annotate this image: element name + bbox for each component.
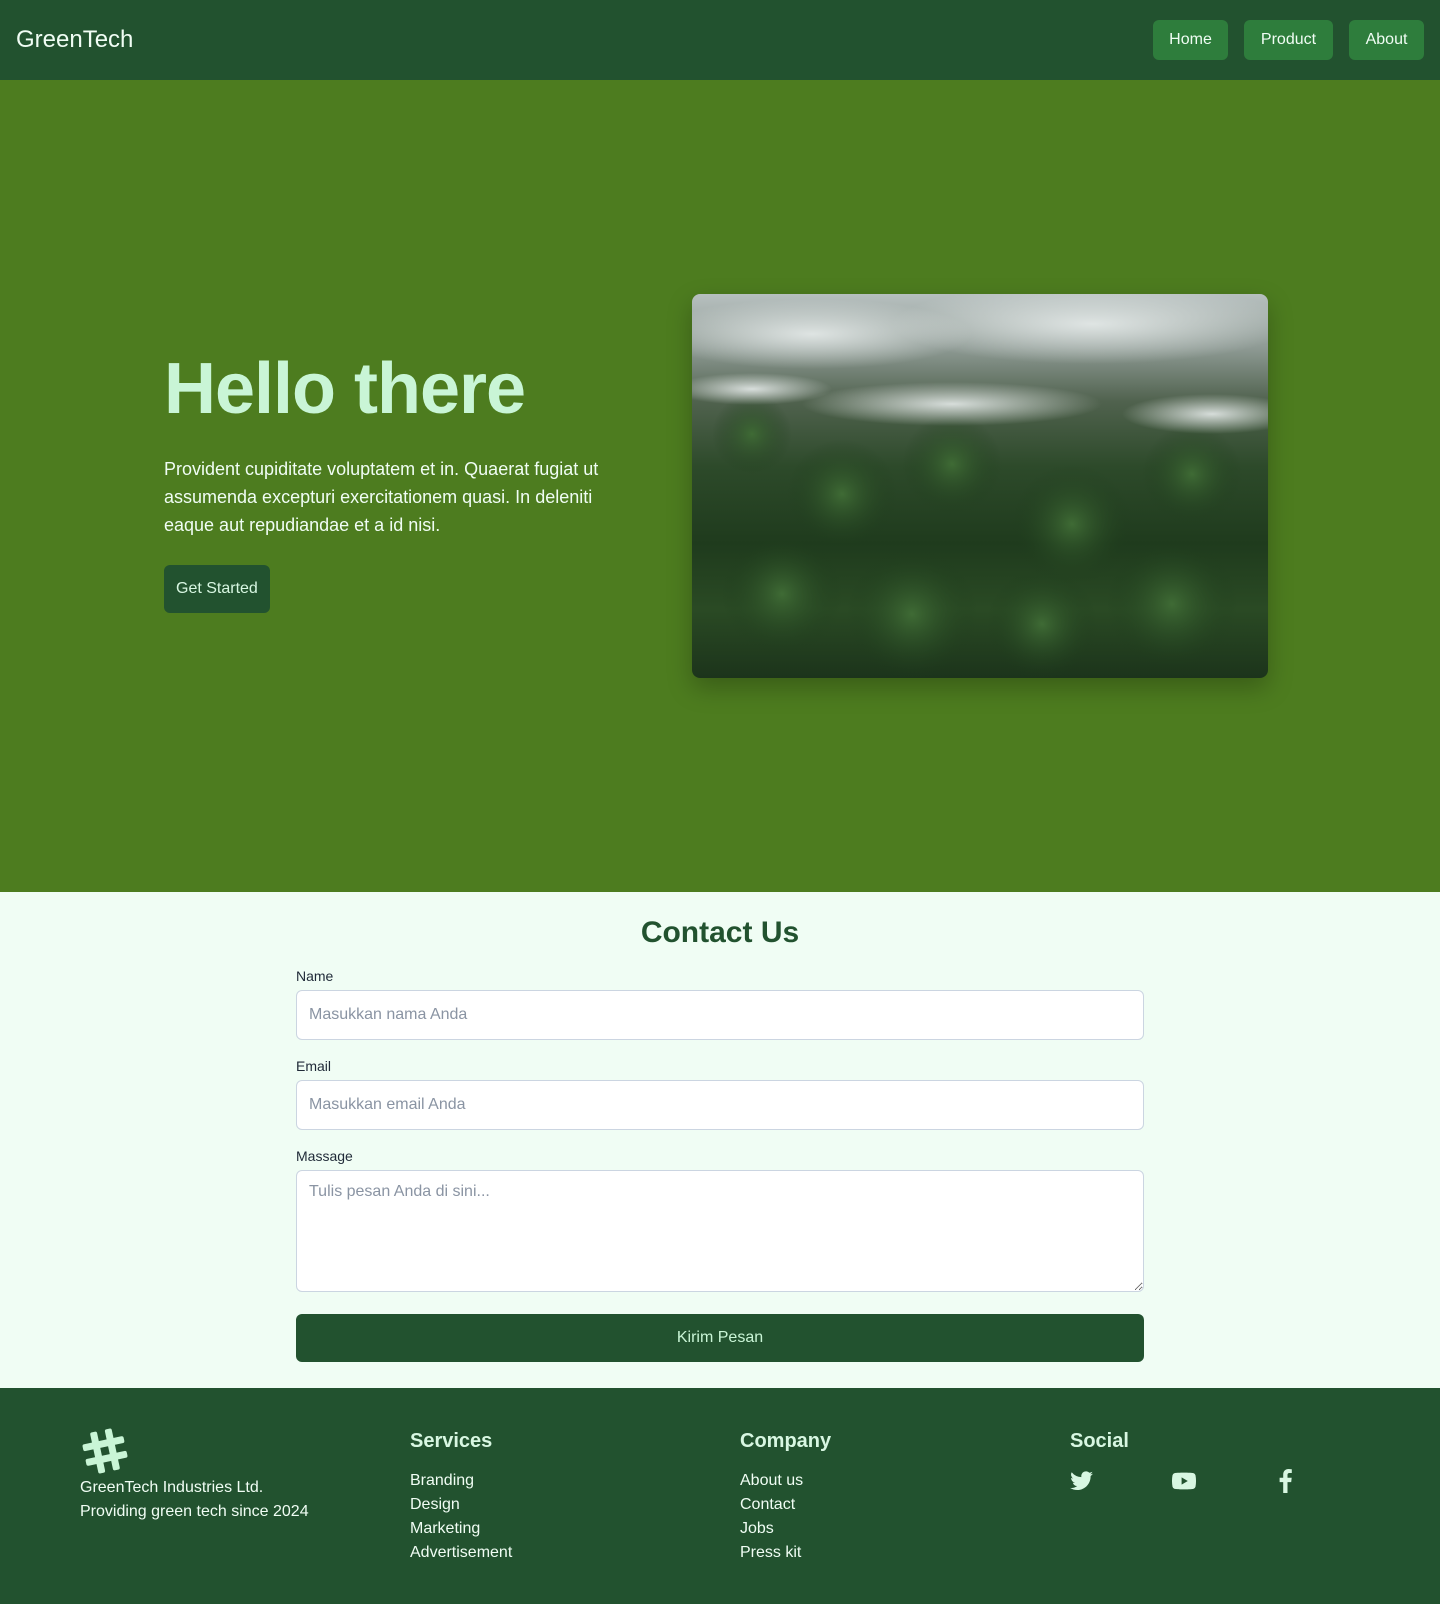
nav-home-button[interactable]: Home [1153, 20, 1228, 60]
brand-logo-text[interactable]: GreenTech [16, 26, 133, 54]
name-field[interactable] [296, 990, 1144, 1040]
hero-forest-image [692, 294, 1268, 678]
facebook-icon[interactable] [1274, 1469, 1298, 1493]
footer-link-about-us[interactable]: About us [740, 1469, 831, 1493]
hero-description: Provident cupiditate voluptatem et in. Q… [164, 459, 599, 536]
footer-link-advertisement[interactable]: Advertisement [410, 1541, 512, 1565]
footer-link-press-kit[interactable]: Press kit [740, 1541, 831, 1565]
twitter-icon[interactable] [1070, 1469, 1094, 1493]
message-field[interactable] [296, 1170, 1144, 1292]
footer-brand-column: GreenTech Industries Ltd. Providing gree… [80, 1426, 309, 1524]
services-heading: Services [410, 1430, 493, 1452]
footer-link-marketing[interactable]: Marketing [410, 1517, 512, 1541]
social-icons-row [1070, 1469, 1298, 1493]
footer: GreenTech Industries Ltd. Providing gree… [0, 1388, 1440, 1604]
name-label: Name [296, 968, 334, 984]
send-message-button[interactable]: Kirim Pesan [296, 1314, 1144, 1362]
footer-services-column: Services Branding Design Marketing Adver… [410, 1426, 512, 1565]
email-field[interactable] [296, 1080, 1144, 1130]
navbar: GreenTech Home Product About [0, 0, 1440, 80]
footer-link-contact[interactable]: Contact [740, 1493, 831, 1517]
get-started-button[interactable]: Get Started [164, 565, 270, 614]
footer-tagline: Providing green tech since 2024 [80, 1503, 309, 1520]
main-nav: Home Product About [1153, 20, 1424, 60]
footer-company-name: GreenTech Industries Ltd. [80, 1479, 264, 1496]
footer-link-branding[interactable]: Branding [410, 1469, 512, 1493]
contact-title: Contact Us [640, 916, 800, 949]
hero-title: Hello there [164, 349, 526, 429]
email-label: Email [296, 1058, 332, 1074]
contact-form: Name Email Massage Kirim Pesan [296, 968, 1144, 1362]
hero-text-block: Hello there Provident cupiditate volupta… [164, 349, 624, 614]
hash-icon [82, 1428, 128, 1474]
social-heading: Social [1070, 1430, 1129, 1452]
footer-social-column: Social [1070, 1426, 1298, 1493]
forest-illustration [692, 294, 1268, 678]
hero-section: Hello there Provident cupiditate volupta… [0, 80, 1440, 892]
youtube-icon[interactable] [1172, 1469, 1196, 1493]
company-heading: Company [740, 1430, 832, 1452]
contact-section: Contact Us Name Email Massage Kirim Pesa… [0, 892, 1440, 1388]
footer-link-jobs[interactable]: Jobs [740, 1517, 831, 1541]
nav-product-button[interactable]: Product [1244, 20, 1333, 60]
nav-about-button[interactable]: About [1349, 20, 1424, 60]
footer-link-design[interactable]: Design [410, 1493, 512, 1517]
message-label: Massage [296, 1148, 353, 1164]
footer-company-column: Company About us Contact Jobs Press kit [740, 1426, 831, 1565]
